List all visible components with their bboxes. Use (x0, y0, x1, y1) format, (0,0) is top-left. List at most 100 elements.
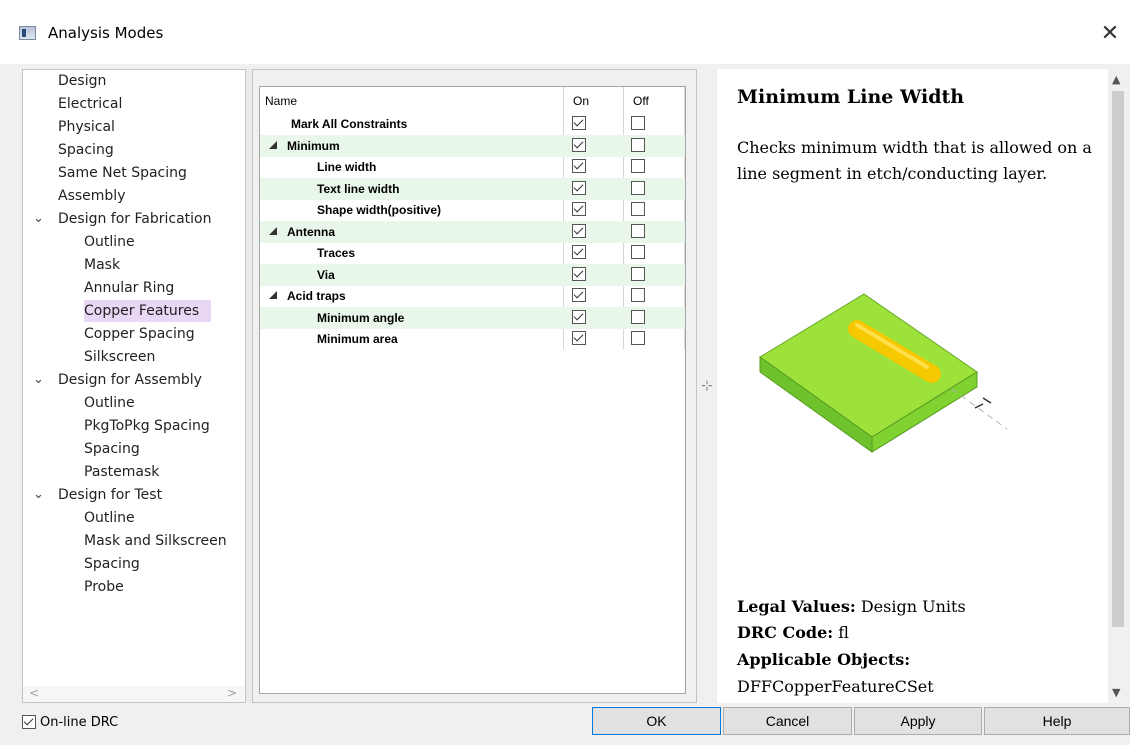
tree-item-label: Outline (84, 510, 135, 526)
off-checkbox[interactable] (631, 202, 645, 216)
tree-item-label: Silkscreen (84, 349, 156, 365)
tree-item[interactable]: Outline (84, 507, 135, 529)
expand-triangle-icon[interactable] (269, 140, 277, 149)
tree-horizontal-scrollbar[interactable]: < > (23, 686, 245, 702)
constraint-row[interactable]: Minimum (260, 134, 685, 157)
on-checkbox[interactable] (572, 137, 586, 152)
on-checkbox[interactable] (572, 288, 586, 302)
apply-button[interactable]: Apply (854, 707, 982, 735)
tree-item[interactable]: Physical (58, 116, 115, 138)
tree-item[interactable]: Outline (84, 231, 135, 253)
online-drc-checkbox[interactable] (22, 715, 36, 729)
constraint-row[interactable]: Line width (260, 156, 685, 178)
header-off[interactable]: Off (633, 94, 649, 108)
constraint-row[interactable]: Traces (260, 242, 685, 264)
tree-item[interactable]: Spacing (58, 139, 114, 161)
expand-triangle-icon[interactable] (269, 291, 277, 299)
chevron-down-icon[interactable]: ⌄ (33, 484, 44, 506)
chevron-down-icon[interactable]: ⌄ (33, 208, 44, 230)
constraint-row[interactable]: Mark All Constraints (260, 113, 685, 135)
constraint-row[interactable]: Acid traps (260, 285, 685, 307)
on-checkbox[interactable] (572, 116, 586, 130)
off-checkbox[interactable] (631, 116, 645, 130)
off-checkbox[interactable] (631, 180, 645, 195)
constraint-row[interactable]: Minimum area (260, 328, 685, 350)
off-checkbox[interactable] (631, 223, 645, 238)
header-name[interactable]: Name (265, 94, 297, 108)
off-checkbox[interactable] (631, 137, 645, 152)
on-checkbox[interactable] (572, 266, 586, 281)
tree-item[interactable]: Outline (84, 392, 135, 414)
tree-item[interactable]: Mask and Silkscreen (84, 530, 227, 552)
on-checkbox[interactable] (572, 159, 586, 173)
tree-item-label: Design for Assembly (58, 372, 202, 388)
category-tree[interactable]: Design Electrical Physical Spacing Same Net … (22, 69, 246, 703)
tree-item[interactable]: Annular Ring (84, 277, 174, 299)
tree-item[interactable]: Spacing (84, 438, 140, 460)
off-checkbox[interactable] (631, 245, 645, 259)
tree-item[interactable]: ⌄ Design for Fabrication (33, 208, 211, 230)
ok-button[interactable]: OK (592, 707, 721, 735)
help-button[interactable]: Help (984, 707, 1130, 735)
on-checkbox[interactable] (572, 223, 586, 238)
off-checkbox[interactable] (631, 266, 645, 281)
tree-item-label: Outline (84, 234, 135, 250)
constraint-name: Mark All Constraints (291, 117, 408, 131)
expand-triangle-icon[interactable] (269, 226, 277, 235)
constraint-row[interactable]: Minimum angle (260, 306, 685, 329)
online-drc-label: On-line DRC (40, 715, 119, 730)
scroll-thumb[interactable] (1112, 91, 1124, 627)
on-checkbox[interactable] (572, 180, 586, 195)
tree-item[interactable]: PkgToPkg Spacing (84, 415, 210, 437)
splitter-handle-icon[interactable]: ⊹ (701, 378, 713, 394)
constraint-row[interactable]: Via (260, 263, 685, 286)
drc-code-value: fl (838, 623, 849, 642)
tree-item[interactable]: Copper Spacing (84, 323, 195, 345)
help-vertical-scrollbar[interactable]: ▲ ▼ (1108, 69, 1128, 703)
off-checkbox[interactable] (631, 309, 645, 324)
tree-item[interactable]: Mask (84, 254, 120, 276)
tree-item[interactable]: ⌄ Design for Assembly (33, 369, 202, 391)
tree-item[interactable]: Probe (84, 576, 124, 598)
constraint-row[interactable]: Shape width(positive) (260, 199, 685, 221)
tree-item[interactable]: Assembly (58, 185, 125, 207)
scroll-down-icon[interactable]: ▼ (1112, 686, 1120, 699)
header-on[interactable]: On (573, 94, 589, 108)
tree-item[interactable]: Copper Features (84, 300, 212, 322)
tree-item-label: Probe (84, 579, 124, 595)
tree-item-label: Spacing (58, 142, 114, 158)
help-panel: Minimum Line Width Checks minimum width … (717, 69, 1128, 703)
close-icon[interactable]: ✕ (1090, 16, 1130, 52)
drc-code-label: DRC Code: (737, 623, 834, 642)
tree-item[interactable]: Electrical (58, 93, 122, 115)
tree-item[interactable]: Silkscreen (84, 346, 155, 368)
tree-item[interactable]: Same Net Spacing (58, 162, 187, 184)
tree-item[interactable]: Spacing (84, 553, 140, 575)
scroll-left-icon[interactable]: < (29, 686, 39, 700)
constraint-row[interactable]: Text line width (260, 177, 685, 200)
chevron-down-icon[interactable]: ⌄ (33, 369, 44, 391)
on-checkbox[interactable] (572, 331, 586, 345)
tree-item[interactable]: ⌄ Design for Test (33, 484, 162, 506)
off-checkbox[interactable] (631, 159, 645, 173)
tree-item-label: Assembly (58, 188, 126, 204)
scroll-right-icon[interactable]: > (227, 686, 237, 700)
cancel-button[interactable]: Cancel (723, 707, 852, 735)
on-checkbox[interactable] (572, 245, 586, 259)
tree-item-label: Outline (84, 395, 135, 411)
line-width-illustration (759, 293, 1008, 453)
legal-values-line: Legal Values: Design Units (737, 597, 966, 616)
constraint-row[interactable]: Antenna (260, 220, 685, 243)
on-checkbox[interactable] (572, 309, 586, 324)
tree-item[interactable]: Design (58, 70, 106, 92)
scroll-up-icon[interactable]: ▲ (1112, 73, 1120, 86)
online-drc-toggle[interactable]: On-line DRC (22, 712, 118, 732)
tree-item-label: Design (58, 73, 107, 89)
off-checkbox[interactable] (631, 288, 645, 302)
off-checkbox[interactable] (631, 331, 645, 345)
on-checkbox[interactable] (572, 202, 586, 216)
tree-item[interactable]: Pastemask (84, 461, 159, 483)
constraint-name: Minimum angle (317, 310, 405, 325)
grid-header: Name On Off (260, 87, 685, 113)
applicable-objects-value: DFFCopperFeatureCSet (737, 677, 934, 696)
